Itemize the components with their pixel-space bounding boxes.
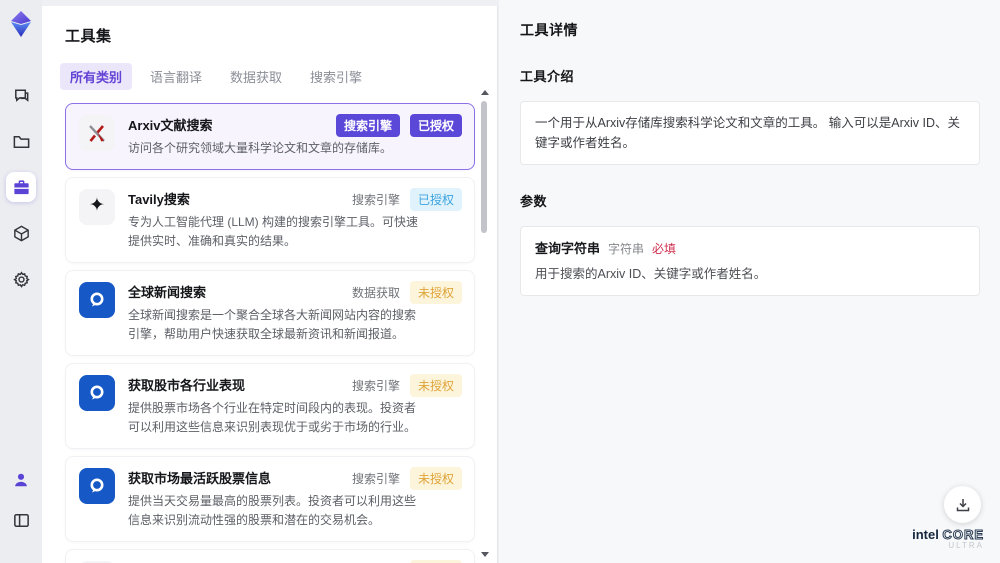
- app-logo-icon: [11, 11, 31, 37]
- status-badge: 未授权: [409, 280, 462, 304]
- folder-icon: [13, 135, 29, 148]
- arxiv-icon: [79, 115, 115, 151]
- scrollbar-thumb[interactable]: [481, 101, 487, 233]
- sidebar-item-account[interactable]: [6, 465, 36, 495]
- status-badge: 已授权: [409, 187, 462, 211]
- param-box: 查询字符串 字符串 必填 用于搜索的Arxiv ID、关键字或作者姓名。: [520, 226, 980, 297]
- param-type: 字符串: [608, 242, 645, 256]
- tavily-icon: ✦: [79, 188, 115, 225]
- detail-title: 工具详情: [520, 22, 578, 38]
- param-name: 查询字符串: [535, 241, 601, 256]
- tool-description: 提供股票市场各个行业在特定时间段内的表现。投资者可以利用这些信息来识别表现优于或…: [128, 400, 417, 434]
- tool-card[interactable]: Arxiv文献搜索 访问各个研究领域大量科学论文和文章的存储库。 搜索引擎 已授…: [65, 103, 475, 170]
- intel-wordmark: intel: [912, 526, 939, 542]
- core-wordmark: CORE: [942, 526, 984, 542]
- params-heading: 参数: [520, 194, 548, 209]
- tab-2[interactable]: 数据获取: [220, 63, 292, 90]
- tool-description: 全球新闻搜索是一个聚合全球各大新闻网站内容的搜索引擎，帮助用户快速获取全球最新资…: [128, 307, 417, 341]
- scroll-down-arrow-icon[interactable]: [481, 552, 489, 557]
- tool-detail-panel: 工具详情 工具介绍 一个用于从Arxiv存储库搜索科学论文和文章的工具。 输入可…: [499, 0, 1000, 563]
- download-icon: [956, 498, 969, 511]
- tool-list: Arxiv文献搜索 访问各个研究领域大量科学论文和文章的存储库。 搜索引擎 已授…: [42, 100, 497, 563]
- briefcase-icon: [13, 179, 29, 194]
- sidebar-item-models[interactable]: [6, 218, 36, 248]
- list-scrollbar[interactable]: [480, 90, 489, 561]
- intel-core-logo: intel CORE ULTRA: [912, 526, 984, 551]
- status-badge: 未授权: [409, 373, 462, 397]
- user-icon: [15, 473, 27, 487]
- sidebar-item-files[interactable]: [6, 126, 36, 156]
- sidebar-item-tools[interactable]: [6, 172, 36, 202]
- blueq-icon: [79, 374, 115, 411]
- param-description: 用于搜索的Arxiv ID、关键字或作者姓名。: [535, 267, 767, 281]
- sidebar-item-panel-toggle[interactable]: [6, 505, 36, 535]
- intro-heading: 工具介绍: [520, 69, 575, 84]
- category-badge: 搜索引擎: [335, 114, 400, 137]
- download-button[interactable]: [944, 486, 981, 523]
- tab-1[interactable]: 语言翻译: [140, 63, 212, 90]
- page-title: 工具集: [65, 28, 112, 45]
- category-badge: 搜索引擎: [351, 192, 400, 207]
- gear-icon: [12, 270, 30, 288]
- tool-description: 访问各个研究领域大量科学论文和文章的存储库。: [128, 141, 393, 155]
- category-badge: 搜索引擎: [351, 378, 400, 393]
- panel-toggle-icon: [13, 513, 29, 527]
- sidebar-item-chat[interactable]: [6, 80, 36, 110]
- category-tabs: 所有类别 语言翻译 数据获取 搜索引擎: [42, 46, 497, 100]
- tool-card[interactable]: 全球新闻搜索 全球新闻搜索是一个聚合全球各大新闻网站内容的搜索引擎，帮助用户快速…: [65, 269, 475, 356]
- tab-0[interactable]: 所有类别: [60, 63, 133, 90]
- tab-3[interactable]: 搜索引擎: [300, 63, 372, 90]
- tools-panel: 工具集 所有类别 语言翻译 数据获取 搜索引擎 Arxiv文献搜索 访问各个研究领域大…: [42, 6, 498, 563]
- scroll-up-arrow-icon[interactable]: [481, 90, 489, 95]
- category-badge: 数据获取: [351, 285, 400, 300]
- status-badge: 未授权: [409, 466, 462, 490]
- tool-card[interactable]: 万维地区新闻查询 查询具体行政区划内的新闻，快速了解各地新闻动 搜索引擎 未授权: [65, 548, 475, 563]
- sidebar: [0, 0, 42, 563]
- blueq-icon: [79, 281, 115, 318]
- param-required-badge: 必填: [652, 242, 677, 256]
- app-window: 工具集 所有类别 语言翻译 数据获取 搜索引擎 Arxiv文献搜索 访问各个研究领域大…: [0, 0, 1000, 563]
- chat-icon: [14, 89, 28, 102]
- category-badge: 搜索引擎: [351, 471, 400, 486]
- tool-description: 专为人工智能代理 (LLM) 构建的搜索引擎工具。可快速提供实时、准确和真实的结…: [128, 214, 419, 248]
- intro-box: 一个用于从Arxiv存储库搜索科学论文和文章的工具。 输入可以是Arxiv ID…: [520, 101, 980, 165]
- tool-card[interactable]: 获取市场最活跃股票信息 提供当天交易量最高的股票列表。投资者可以利用这些信息来识…: [65, 455, 475, 542]
- status-badge: 已授权: [409, 114, 462, 137]
- tool-card[interactable]: 获取股市各行业表现 提供股票市场各个行业在特定时间段内的表现。投资者可以利用这些…: [65, 362, 475, 449]
- sidebar-item-settings[interactable]: [6, 264, 36, 294]
- intro-text: 一个用于从Arxiv存储库搜索科学论文和文章的工具。 输入可以是Arxiv ID…: [535, 116, 961, 150]
- cube-icon: [13, 225, 29, 241]
- tool-description: 提供当天交易量最高的股票列表。投资者可以利用这些信息来识别流动性强的股票和潜在的…: [128, 493, 417, 527]
- status-badge: 未授权: [409, 559, 462, 563]
- blueq-icon: [79, 467, 115, 504]
- ultra-wordmark: ULTRA: [948, 541, 984, 551]
- tool-card[interactable]: ✦ Tavily搜索 专为人工智能代理 (LLM) 构建的搜索引擎工具。可快速提…: [65, 176, 475, 263]
